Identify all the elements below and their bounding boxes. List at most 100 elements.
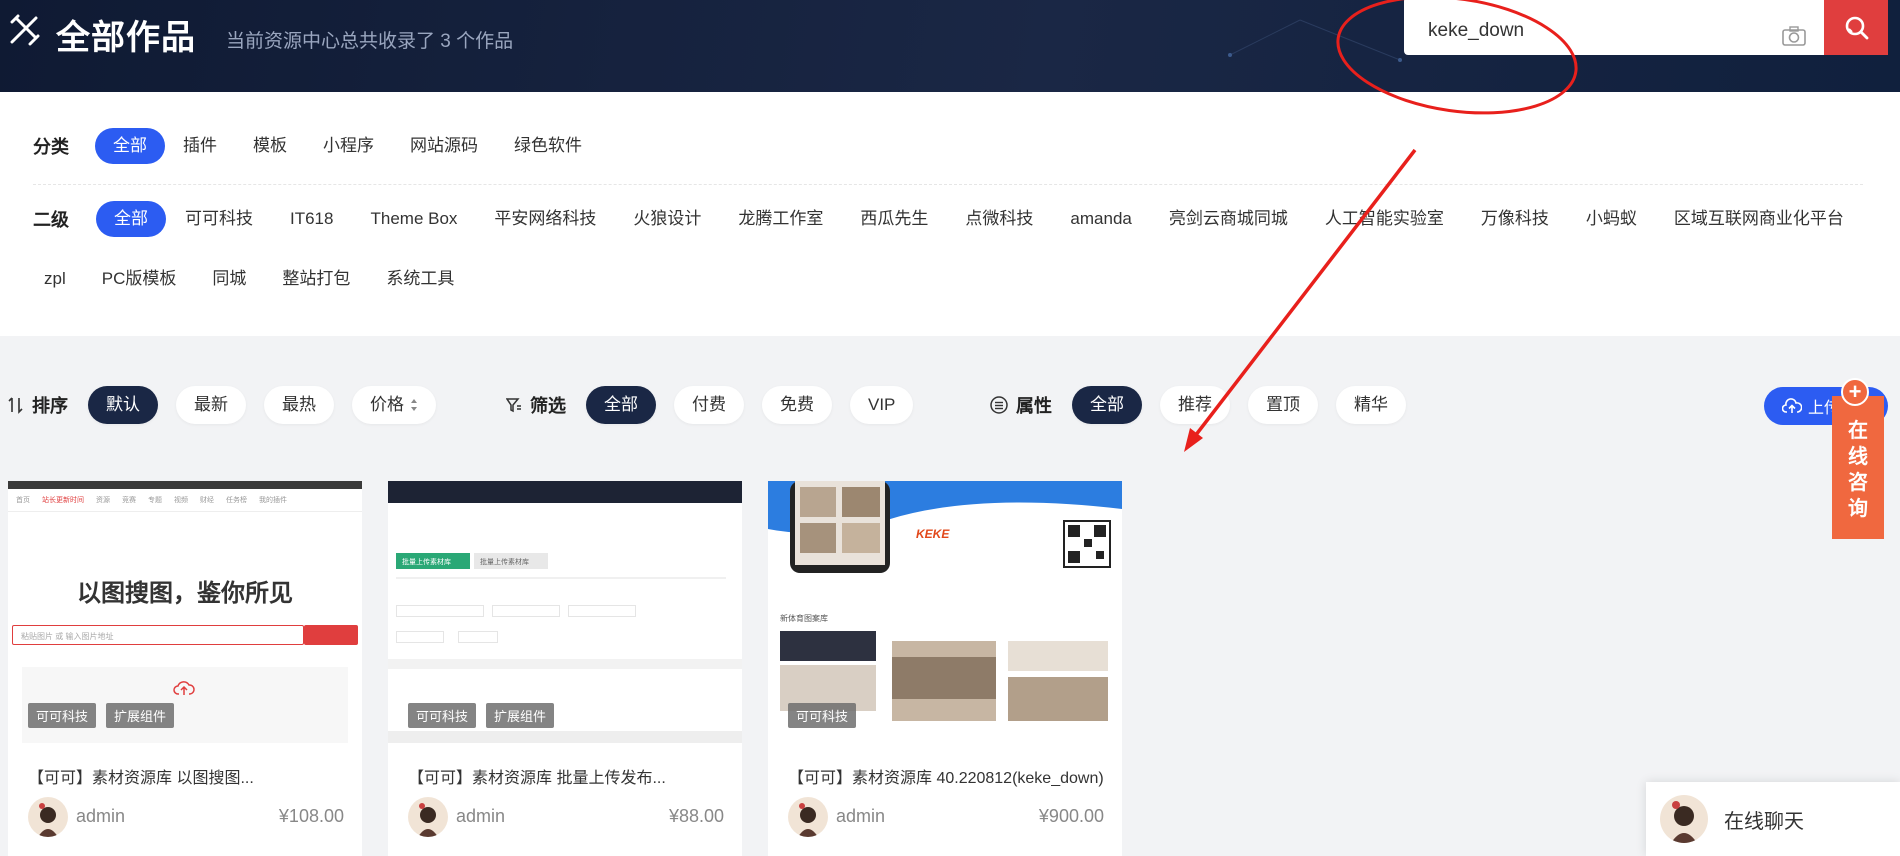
secondary-chip[interactable]: Theme Box <box>352 201 475 237</box>
secondary-chip[interactable]: 区域互联网商业化平台 <box>1656 201 1862 237</box>
card-author[interactable]: admin <box>456 806 505 827</box>
secondary-chip[interactable]: 西瓜先生 <box>842 201 946 237</box>
header-bar: 全部作品 当前资源中心总共收录了 3 个作品 keke_down <box>0 0 1900 92</box>
product-card[interactable]: 批量上传素材库 批量上传素材库 可可科技 扩展组件 【可可】素材资源库 批量上传… <box>388 481 742 856</box>
secondary-chip[interactable]: 整站打包 <box>264 261 368 297</box>
thumb-brand: KEKE <box>916 527 950 541</box>
sort-newest[interactable]: 最新 <box>176 386 246 424</box>
category-row: 分类 全部 插件 模板 小程序 网站源码 绿色软件 <box>0 128 600 164</box>
thumb-heading: 以图搜图，鉴你所见 <box>77 580 293 607</box>
plus-icon[interactable]: + <box>1841 378 1869 406</box>
filter-all[interactable]: 全部 <box>586 386 656 424</box>
card-tags: 可可科技 扩展组件 <box>28 703 175 728</box>
thumb-nav-item: 财经 <box>200 497 214 504</box>
sort-price[interactable]: 价格 <box>352 386 436 424</box>
card-author[interactable]: admin <box>76 806 125 827</box>
cloud-upload-icon <box>1782 398 1802 413</box>
thumb-nav-item: 专题 <box>148 497 162 504</box>
filter-free[interactable]: 免费 <box>762 386 832 424</box>
attribute-recommend[interactable]: 推荐 <box>1160 386 1230 424</box>
thumb-field <box>568 605 636 617</box>
thumb-field <box>458 631 498 643</box>
card-title[interactable]: 【可可】素材资源库 以图搜图... <box>28 764 254 788</box>
secondary-chip[interactable]: 万像科技 <box>1463 201 1567 237</box>
thumb-tab: 批量上传素材库 <box>474 553 548 569</box>
avatar-icon <box>1660 795 1708 843</box>
author-avatar[interactable] <box>28 797 68 837</box>
search-input[interactable]: keke_down <box>1404 0 1824 55</box>
thumb-nav-item: 任务榜 <box>226 497 247 504</box>
attribute-pinned[interactable]: 置顶 <box>1248 386 1318 424</box>
thumb-nav-item: 首页 <box>16 497 30 504</box>
attribute-group: 属性 全部 推荐 置顶 精华 <box>990 384 1424 426</box>
online-chat-button[interactable]: 在线聊天 <box>1646 782 1900 856</box>
secondary-chip[interactable]: 系统工具 <box>368 261 472 297</box>
card-tag[interactable]: 可可科技 <box>408 703 477 728</box>
secondary-chip[interactable]: 可可科技 <box>167 201 271 237</box>
search-button[interactable] <box>1824 0 1888 55</box>
filter-group: 筛选 全部 付费 免费 VIP <box>506 384 931 426</box>
sort-arrows-icon <box>411 399 417 411</box>
secondary-chip[interactable]: 同城 <box>194 261 264 297</box>
online-consult-button[interactable]: 在 线 咨 询 <box>1832 396 1884 539</box>
consult-char: 线 <box>1848 446 1868 468</box>
sort-hottest[interactable]: 最热 <box>264 386 334 424</box>
card-tag[interactable]: 扩展组件 <box>486 703 555 728</box>
filter-divider <box>33 184 1863 185</box>
consult-char: 在 <box>1848 420 1868 442</box>
filter-panel: 分类 全部 插件 模板 小程序 网站源码 绿色软件 二级 全部 可可科技 IT6… <box>0 92 1900 336</box>
secondary-chip[interactable]: 亮剑云商城同城 <box>1151 201 1306 237</box>
annotation-arrow-head <box>1184 428 1203 452</box>
author-avatar[interactable] <box>408 797 448 837</box>
filter-label-wrap: 筛选 <box>506 392 566 418</box>
chat-label: 在线聊天 <box>1724 810 1804 833</box>
sort-icon <box>8 397 23 414</box>
card-tag[interactable]: 可可科技 <box>788 703 857 728</box>
category-chip-site-source[interactable]: 网站源码 <box>392 128 496 164</box>
product-card[interactable]: 首页 站长更新时间 资源 竞赛 专题 视频 财经 任务榜 我的插件 以图搜图，鉴… <box>8 481 362 856</box>
consult-char: 询 <box>1848 498 1868 520</box>
card-title[interactable]: 【可可】素材资源库 批量上传发布... <box>408 764 666 788</box>
secondary-chip[interactable]: 龙腾工作室 <box>720 201 841 237</box>
secondary-chip[interactable]: 人工智能实验室 <box>1307 201 1462 237</box>
author-avatar[interactable] <box>788 797 828 837</box>
category-chip-green-software[interactable]: 绿色软件 <box>496 128 600 164</box>
camera-icon[interactable] <box>1782 26 1806 46</box>
card-tag[interactable]: 扩展组件 <box>106 703 175 728</box>
thumb-topbar <box>388 481 742 503</box>
sort-default[interactable]: 默认 <box>88 386 158 424</box>
secondary-chip[interactable]: IT618 <box>272 201 351 237</box>
filter-paid[interactable]: 付费 <box>674 386 744 424</box>
secondary-chip[interactable]: 平安网络科技 <box>476 201 614 237</box>
card-tag[interactable]: 可可科技 <box>28 703 97 728</box>
category-chip-plugin[interactable]: 插件 <box>165 128 235 164</box>
category-chip-miniprogram[interactable]: 小程序 <box>305 128 392 164</box>
attribute-featured[interactable]: 精华 <box>1336 386 1406 424</box>
sort-label-wrap: 排序 <box>8 392 68 418</box>
card-title[interactable]: 【可可】素材资源库 40.220812(keke_down) <box>788 764 1104 788</box>
thumb-section: 新体育图案库 <box>780 614 828 623</box>
thumb-line <box>396 577 726 579</box>
chat-avatar <box>1660 795 1708 843</box>
page-subtitle: 当前资源中心总共收录了 3 个作品 <box>226 31 514 52</box>
secondary-label: 二级 <box>33 210 69 230</box>
category-chip-template[interactable]: 模板 <box>235 128 305 164</box>
search-icon <box>1845 16 1869 39</box>
secondary-chip[interactable]: amanda <box>1052 201 1149 237</box>
secondary-chip-all[interactable]: 全部 <box>96 201 166 237</box>
list-icon <box>990 396 1008 414</box>
secondary-chip[interactable]: PC版模板 <box>84 261 195 297</box>
card-price: ¥900.00 <box>1038 806 1104 826</box>
card-tags: 可可科技 <box>788 703 857 728</box>
attribute-all[interactable]: 全部 <box>1072 386 1142 424</box>
filter-vip[interactable]: VIP <box>850 386 914 424</box>
card-author[interactable]: admin <box>836 806 885 827</box>
secondary-chip[interactable]: 小蚂蚁 <box>1568 201 1655 237</box>
thumb-field <box>396 605 484 617</box>
secondary-chip[interactable]: 火狼设计 <box>615 201 719 237</box>
thumb-field <box>396 631 444 643</box>
product-card[interactable]: KEKE 新体育图案库 可可科技 【可可】素材资源库 40.220812(kek… <box>768 481 1122 856</box>
secondary-chip[interactable]: 点微科技 <box>947 201 1051 237</box>
secondary-chip[interactable]: zpl <box>26 261 84 297</box>
category-chip-all[interactable]: 全部 <box>95 128 165 164</box>
